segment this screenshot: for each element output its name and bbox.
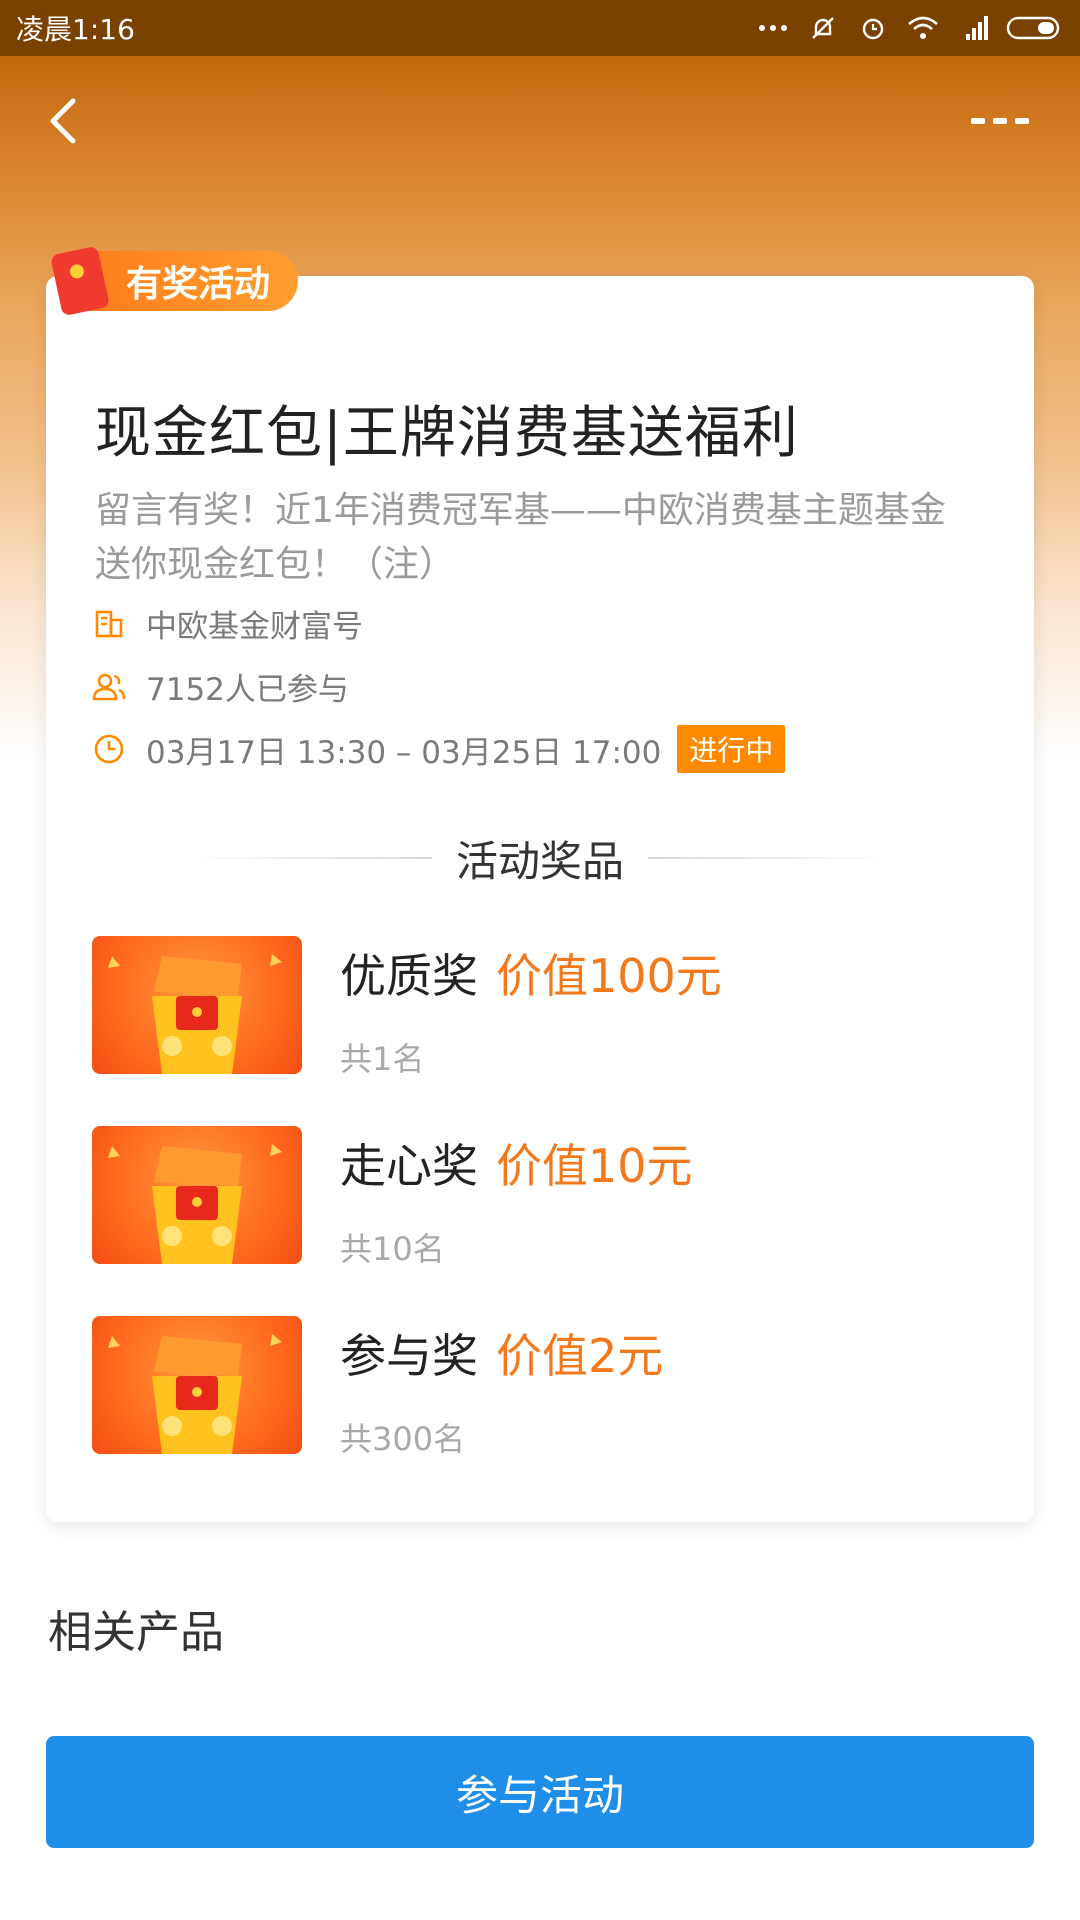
back-button[interactable] bbox=[28, 86, 98, 156]
alarm-icon bbox=[856, 13, 890, 43]
prize-item: 参与奖 价值2元 共300名 bbox=[92, 1316, 952, 1458]
more-button[interactable] bbox=[960, 86, 1040, 156]
prize-count: 共300名 bbox=[340, 1420, 466, 1458]
more-dots-icon bbox=[756, 13, 790, 43]
gift-box-image bbox=[92, 1126, 302, 1264]
prize-title: 参与奖 价值2元 bbox=[340, 1320, 663, 1386]
prize-count: 共10名 bbox=[340, 1230, 445, 1268]
prizes-section-header: 活动奖品 bbox=[190, 830, 891, 886]
time-row: 03月17日 13:30 – 03月25日 17:00 进行中 bbox=[92, 725, 786, 773]
divider bbox=[648, 857, 891, 859]
wifi-icon bbox=[906, 13, 940, 43]
prize-item: 优质奖 价值100元 共1名 bbox=[92, 936, 952, 1078]
status-bar: 凌晨1:16 bbox=[0, 0, 1080, 56]
activity-tag: 有奖活动 bbox=[50, 245, 299, 317]
participants-row: 7152人已参与 bbox=[92, 664, 349, 709]
join-activity-button[interactable]: 参与活动 bbox=[46, 1736, 1034, 1848]
gift-box-image bbox=[92, 1316, 302, 1454]
participants-count: 7152人已参与 bbox=[146, 672, 349, 708]
prize-name: 参与奖 bbox=[340, 1329, 478, 1383]
battery-icon bbox=[1006, 13, 1064, 43]
divider bbox=[190, 857, 432, 859]
prize-count: 共1名 bbox=[340, 1040, 425, 1078]
bell-muted-icon bbox=[806, 13, 840, 43]
activity-subtitle[interactable]: 留言有奖！近1年消费冠军基——中欧消费基主题基金送你现金红包！（注） bbox=[95, 484, 975, 592]
prize-value: 价值100元 bbox=[496, 949, 722, 1003]
prize-title: 优质奖 价值100元 bbox=[340, 940, 722, 1006]
prize-value: 价值10元 bbox=[496, 1139, 693, 1193]
time-range: 03月17日 13:30 – 03月25日 17:00 bbox=[146, 734, 662, 771]
prize-item: 走心奖 价值10元 共10名 bbox=[92, 1126, 952, 1268]
nav-bar bbox=[0, 66, 1080, 176]
prize-name: 优质奖 bbox=[340, 949, 478, 1003]
prize-title: 走心奖 价值10元 bbox=[340, 1130, 693, 1196]
signal-hd-icon bbox=[956, 13, 990, 43]
publisher-name: 中欧基金财富号 bbox=[146, 609, 363, 645]
prizes-section-title: 活动奖品 bbox=[456, 836, 625, 886]
prize-name: 走心奖 bbox=[340, 1139, 478, 1193]
publisher-row[interactable]: 中欧基金财富号 bbox=[92, 601, 363, 646]
related-products-title: 相关产品 bbox=[48, 1607, 224, 1658]
clock-icon bbox=[92, 732, 126, 766]
chevron-left-icon bbox=[50, 98, 76, 144]
activity-title: 现金红包|王牌消费基送福利 bbox=[95, 401, 799, 466]
status-icons bbox=[756, 13, 1064, 43]
prize-value: 价值2元 bbox=[496, 1329, 664, 1383]
gift-box-image bbox=[92, 936, 302, 1074]
users-icon bbox=[92, 670, 126, 704]
status-time: 凌晨1:16 bbox=[16, 13, 135, 46]
more-dots-icon bbox=[971, 118, 1029, 124]
status-badge: 进行中 bbox=[677, 725, 786, 773]
building-icon bbox=[92, 607, 126, 641]
